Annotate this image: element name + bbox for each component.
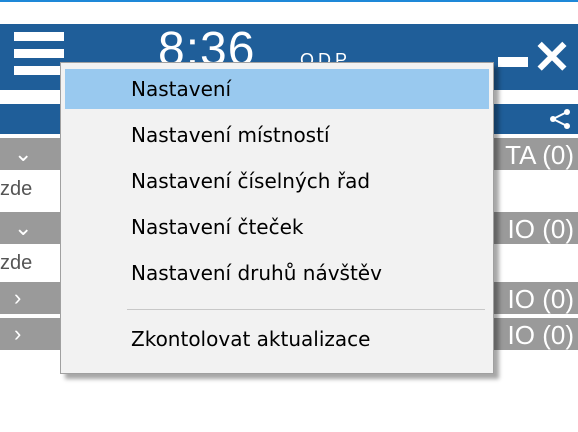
share-icon[interactable] [548, 108, 572, 130]
menu-item-label: Nastavení druhů návštěv [131, 261, 382, 285]
menu-item-visit-type-settings[interactable]: Nastavení druhů návštěv [65, 253, 489, 293]
menu-separator [127, 309, 485, 310]
minimize-button[interactable] [498, 52, 528, 72]
menu-item-label: Nastavení místností [131, 123, 330, 147]
chevron-down-icon[interactable]: ⌄ [14, 143, 32, 165]
section-row-text: zde [0, 252, 33, 274]
menu-item-label: Nastavení čteček [131, 215, 304, 239]
section-count: TA (0) [505, 140, 574, 170]
chevron-right-icon[interactable]: › [14, 323, 21, 345]
section-count: IO (0) [507, 284, 574, 314]
section-count: IO (0) [507, 214, 574, 244]
chevron-down-icon[interactable]: ⌄ [14, 217, 32, 239]
top-accent-line [0, 0, 578, 2]
menu-item-label: Nastavení [131, 77, 232, 101]
section-row-text: zde [0, 178, 33, 200]
menu-item-check-updates[interactable]: Zkontolovat aktualizace [65, 319, 489, 359]
menu-item-room-settings[interactable]: Nastavení místností [65, 115, 489, 155]
menu-item-reader-settings[interactable]: Nastavení čteček [65, 207, 489, 247]
menu-item-settings[interactable]: Nastavení [65, 69, 489, 109]
context-menu: Nastavení Nastavení místností Nastavení … [60, 62, 494, 374]
menu-hamburger-icon[interactable] [14, 32, 64, 76]
menu-item-number-series-settings[interactable]: Nastavení číselných řad [65, 161, 489, 201]
chevron-right-icon[interactable]: › [14, 287, 21, 309]
section-count: IO (0) [507, 320, 574, 350]
menu-item-label: Zkontolovat aktualizace [131, 327, 371, 351]
close-button[interactable]: ✕ [532, 34, 572, 80]
menu-item-label: Nastavení číselných řad [131, 169, 371, 193]
